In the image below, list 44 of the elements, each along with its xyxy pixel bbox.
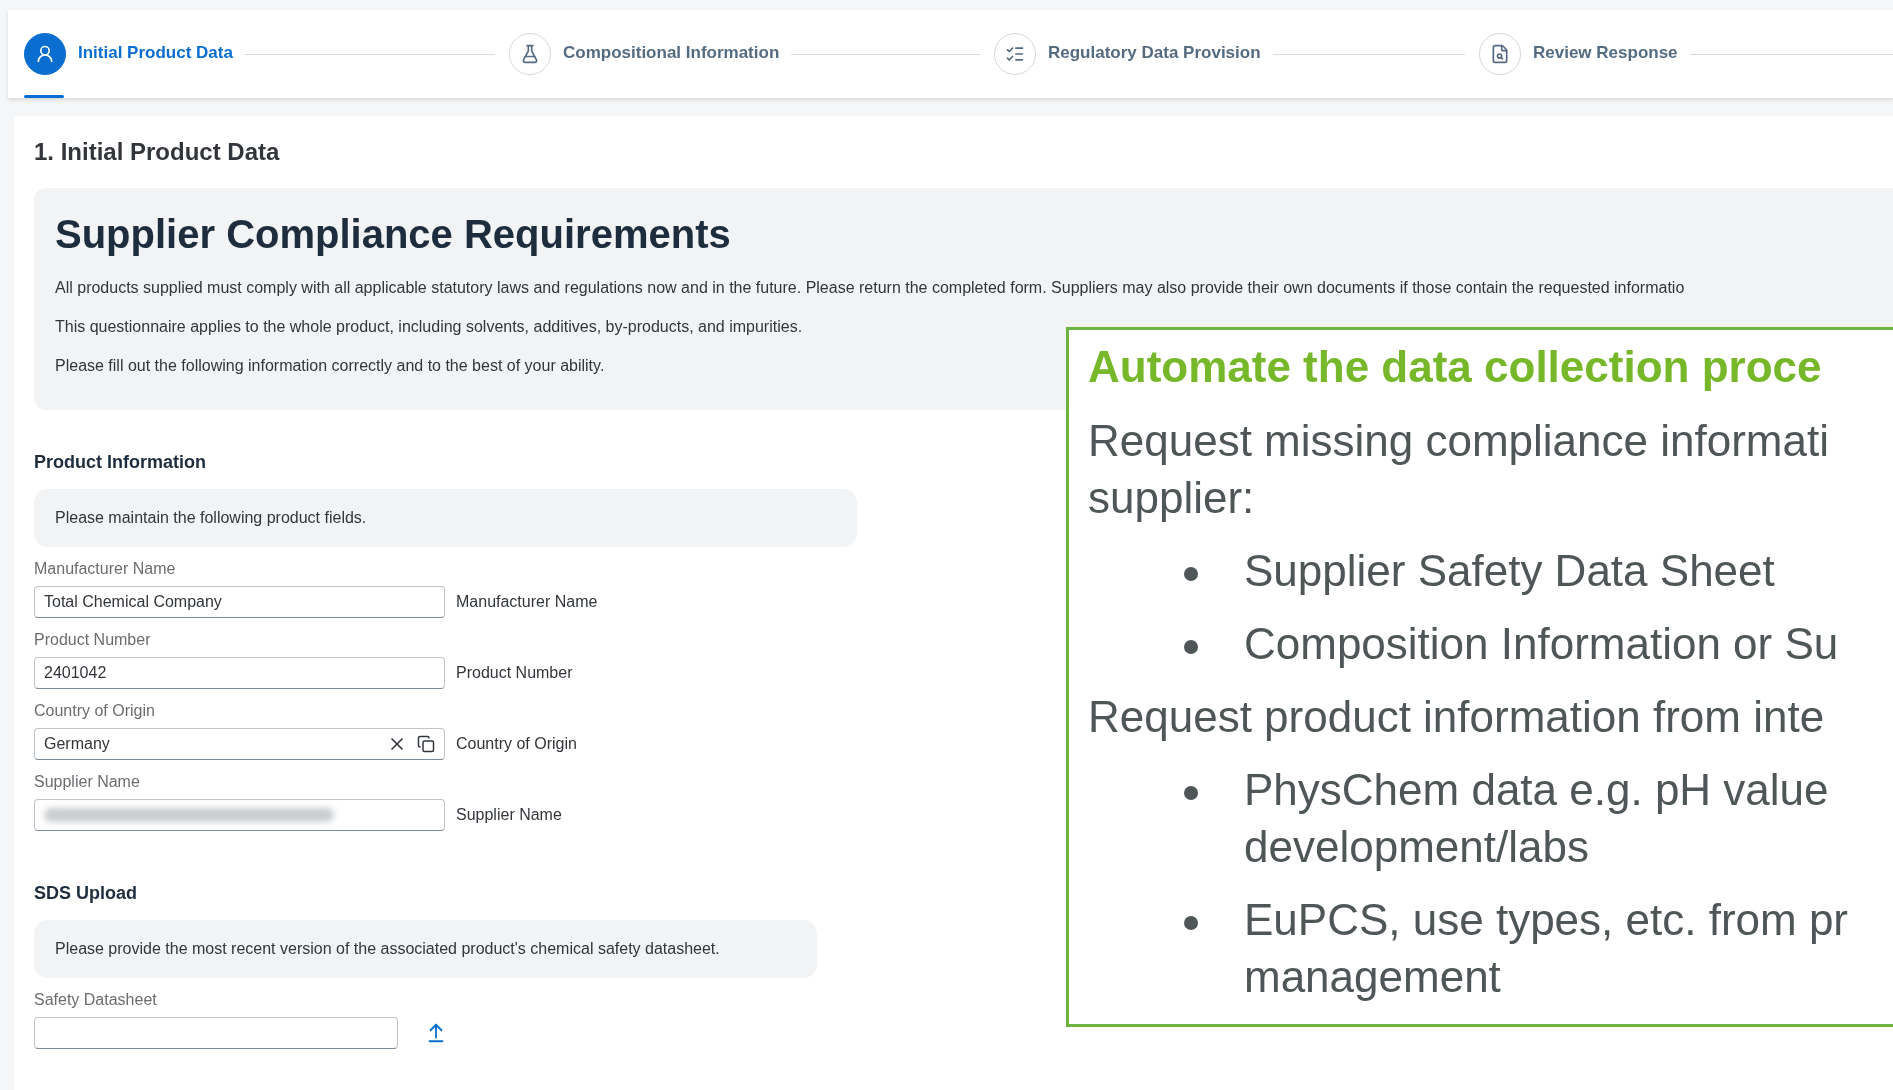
step-label[interactable]: Review Response bbox=[1533, 43, 1678, 65]
field-label: Product Number bbox=[34, 631, 151, 649]
banner-title: Supplier Compliance Requirements bbox=[55, 212, 732, 257]
callout-text: management bbox=[1244, 952, 1501, 1001]
callout-text: development/labs bbox=[1244, 822, 1589, 871]
callout-text: Request product information from inte bbox=[1088, 692, 1825, 741]
step-icon[interactable] bbox=[24, 33, 66, 75]
input-field[interactable]: Germany bbox=[34, 728, 445, 760]
active-step-underline bbox=[24, 95, 64, 98]
side-label: Country of Origin bbox=[456, 735, 577, 753]
bullet-icon bbox=[1184, 916, 1198, 930]
callout-title: Automate the data collection proce bbox=[1088, 341, 1823, 393]
input-field[interactable]: 2401042 bbox=[34, 657, 445, 689]
value-help-icon[interactable] bbox=[417, 735, 435, 753]
input-field[interactable]: Total Chemical Company bbox=[34, 586, 445, 618]
callout-text: PhysChem data e.g. pH value bbox=[1244, 765, 1829, 814]
callout-text: Supplier Safety Data Sheet bbox=[1244, 546, 1775, 595]
side-label: Product Number bbox=[456, 664, 573, 682]
step-label[interactable]: Regulatory Data Provision bbox=[1048, 43, 1261, 65]
callout-text: Request missing compliance informati bbox=[1088, 416, 1829, 465]
banner-paragraph: This questionnaire applies to the whole product, including solvents, additives, by-products, and impurities. bbox=[55, 318, 803, 336]
input-field[interactable] bbox=[34, 799, 445, 831]
field-label: Supplier Name bbox=[34, 773, 140, 791]
hint-panel: Please provide the most recent version of the associated product's chemical safety datasheet. bbox=[34, 920, 817, 978]
file-input-field[interactable] bbox=[34, 1017, 398, 1049]
banner-paragraph: Please fill out the following information correctly and to the best of your ability. bbox=[55, 357, 605, 375]
hint-panel: Please maintain the following product fields. bbox=[34, 489, 857, 547]
section-heading: Product Information bbox=[34, 452, 206, 473]
field-label: Country of Origin bbox=[34, 702, 155, 720]
field-label: Safety Datasheet bbox=[34, 991, 157, 1009]
field-label: Manufacturer Name bbox=[34, 560, 176, 578]
bullet-icon bbox=[1184, 640, 1198, 654]
callout-text: supplier: bbox=[1088, 473, 1255, 522]
banner-paragraph: All products supplied must comply with all applicable statutory laws and regulations now and in the future. Please return the completed form. Suppliers may also provide their own documents if those contain the requested informatio bbox=[55, 279, 1685, 297]
section-title: 1. Initial Product Data bbox=[34, 138, 281, 166]
callout-text: EuPCS, use types, etc. from pr bbox=[1244, 895, 1848, 944]
step-label[interactable]: Compositional Information bbox=[563, 43, 780, 65]
side-label: Supplier Name bbox=[456, 806, 562, 824]
bullet-icon bbox=[1184, 786, 1198, 800]
section-heading: SDS Upload bbox=[34, 883, 137, 904]
step-label[interactable]: Initial Product Data bbox=[78, 43, 233, 65]
callout-text: Composition Information or Su bbox=[1244, 619, 1839, 668]
bullet-icon bbox=[1184, 567, 1198, 581]
side-label: Manufacturer Name bbox=[456, 593, 598, 611]
